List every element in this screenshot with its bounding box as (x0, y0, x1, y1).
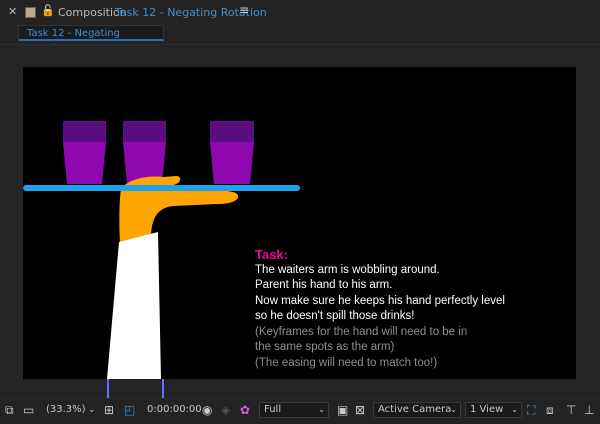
waiter-sleeve (107, 232, 161, 379)
magnification-value[interactable]: (33.3%) (46, 404, 86, 415)
resolution-caret-icon: ⌄ (318, 405, 325, 414)
camera-select[interactable]: Active Camera ⌄ (373, 402, 461, 418)
lock-icon[interactable]: 🔓 (41, 4, 55, 17)
magnification-caret-icon[interactable]: ⌄ (88, 405, 96, 415)
view-layout-select[interactable]: 1 View ⌄ (465, 402, 522, 418)
task-instructions: The waiters arm is wobbling around. Paren… (255, 263, 505, 325)
resolution-select[interactable]: Full ⌄ (259, 402, 329, 418)
panel-menu-icon[interactable]: ≡ (239, 3, 249, 17)
always-preview-icon[interactable]: ⧉ (5, 403, 14, 418)
task-heading: Task: (255, 247, 288, 262)
glass-1-liquid (63, 142, 106, 184)
panel-header: ✕ 🔓 Composition Task 12 - Negating Rotat… (0, 0, 600, 24)
anchor-handle-right[interactable] (162, 379, 164, 398)
anchor-handle-left[interactable] (107, 379, 109, 398)
task-line: the same spots as the arm) (255, 341, 395, 353)
fast-draft-icon[interactable]: ⧈ (546, 403, 554, 418)
tab-composition[interactable]: Task 12 - Negating Rotation (18, 25, 164, 55)
glass-1-rim (63, 121, 106, 142)
task-text-block: Task: The waiters arm is wobbling around… (255, 247, 505, 371)
region-of-interest-icon[interactable]: ⊞ (104, 403, 114, 417)
snapshot-camera-icon[interactable]: ◉ (202, 403, 212, 417)
monitor-icon[interactable]: ▭ (23, 403, 34, 417)
glass-3 (210, 121, 254, 184)
toggle-mask-icon[interactable]: ⊠ (355, 403, 365, 417)
task-line: Parent his hand to his arm. (255, 279, 393, 291)
composition-tab-row: Task 12 - Negating Rotation (0, 24, 600, 55)
flowchart-icon[interactable]: ⊤ (566, 403, 576, 417)
task-line: Now make sure he keeps his hand perfectl… (255, 294, 505, 307)
camera-value: Active Camera (378, 404, 452, 415)
reset-exposure-icon[interactable]: ⊥ (584, 403, 594, 417)
glass-2-rim (123, 121, 166, 142)
current-time[interactable]: 0:00:00:00 (147, 404, 202, 415)
task-hints: (Keyframes for the hand will need to be … (255, 325, 505, 372)
camera-caret-icon: ⌄ (450, 405, 457, 414)
view-layout-caret-icon: ⌄ (511, 405, 518, 414)
pixel-aspect-icon[interactable]: ⛶ (527, 403, 535, 418)
glass-2 (123, 121, 166, 184)
task-line: The waiters arm is wobbling around. (255, 263, 440, 276)
close-panel-icon[interactable]: ✕ (8, 5, 17, 18)
glass-3-liquid (210, 142, 254, 184)
composition-swatch-icon (25, 7, 36, 18)
composition-canvas[interactable]: Task: The waiters arm is wobbling around… (23, 67, 576, 379)
transparency-grid-icon[interactable]: ◰ (124, 403, 135, 417)
task-line: (The easing will need to match too!) (255, 356, 438, 369)
fast-preview-icon[interactable]: ▣ (337, 403, 348, 417)
show-snapshot-icon[interactable]: ◈ (221, 403, 230, 417)
color-channels-icon[interactable]: ✿ (240, 403, 250, 417)
resolution-value: Full (264, 404, 282, 415)
view-layout-value: 1 View (470, 404, 504, 415)
task-line: so he doesn't spill those drinks! (255, 310, 415, 322)
viewer-toolbar: ⧉ ▭ (33.3%) ⌄ ⊞ ◰ 0:00:00:00 ◉ ◈ ✿ Full … (0, 398, 600, 424)
glass-3-rim (210, 121, 254, 142)
serving-tray (23, 185, 300, 191)
task-line: (Keyframes for the hand will need to be … (255, 325, 468, 338)
glass-1 (63, 121, 106, 184)
